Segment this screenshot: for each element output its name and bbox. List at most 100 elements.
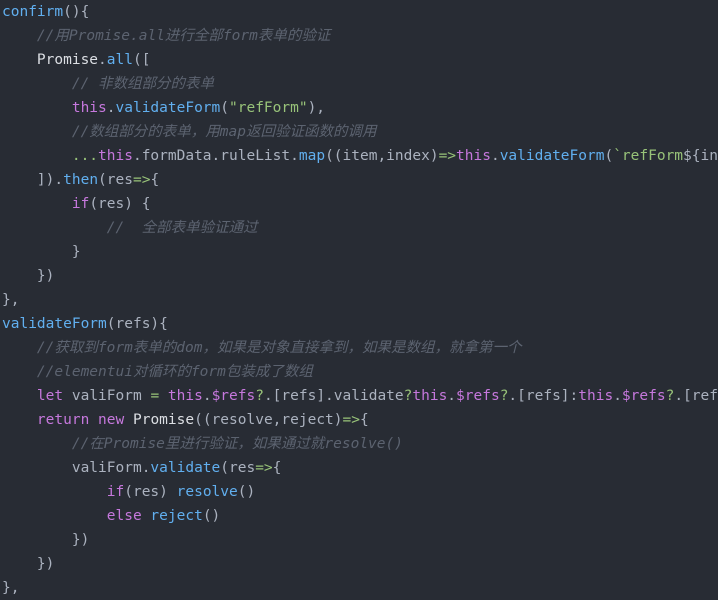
code-line: ...this.formData.ruleList.map((item,inde… <box>0 144 718 168</box>
code-line: else reject() <box>0 504 718 528</box>
code-token: ( <box>220 460 229 476</box>
code-token: ){ <box>150 316 168 332</box>
code-line: //用Promise.all进行全部form表单的验证 <box>0 24 718 48</box>
code-line: this.validateForm("refForm"), <box>0 96 718 120</box>
code-token: . <box>490 148 500 164</box>
code-token: new <box>98 412 125 428</box>
code-token: . <box>211 148 221 164</box>
code-token: resolve,reject <box>211 412 334 428</box>
code-token: . <box>613 388 622 404</box>
code-token: if <box>71 196 90 212</box>
code-token: (( <box>325 148 343 164</box>
code-token: { <box>359 412 369 428</box>
code-token: Promise <box>132 412 195 428</box>
code-token: . <box>447 388 457 404</box>
code-line: let valiForm = this.$refs?.[refs].valida… <box>0 384 718 408</box>
code-token: this <box>578 388 614 404</box>
code-token: }, <box>2 580 20 596</box>
code-token: all <box>106 52 133 68</box>
code-token: valiForm <box>63 388 151 404</box>
code-token: this <box>98 148 133 164</box>
code-line: validateForm(refs){ <box>0 312 718 336</box>
code-token: //数组部分的表单，用map返回验证函数的调用 <box>71 124 377 140</box>
code-token: => <box>438 148 457 164</box>
code-token: $refs <box>211 388 256 404</box>
code-token: this <box>71 100 107 116</box>
code-token: { <box>272 460 282 476</box>
code-token: //获取到form表单的dom，如果是对象直接拿到，如果是数组，就拿第一个 <box>36 340 522 356</box>
code-token: ruleList <box>220 148 291 164</box>
code-line: // 全部表单验证通过 <box>0 216 718 240</box>
code-line: }) <box>0 528 718 552</box>
code-token: return <box>36 412 90 428</box>
code-token: // 非数组部分的表单 <box>71 76 215 92</box>
code-token: map <box>298 148 326 164</box>
code-token: validateForm <box>2 316 107 332</box>
code-line: //数组部分的表单，用map返回验证函数的调用 <box>0 120 718 144</box>
code-token: .[refs][ <box>674 388 718 404</box>
code-line: if(res) { <box>0 192 718 216</box>
code-token: ? <box>255 388 264 404</box>
code-content[interactable]: confirm(){ //用Promise.all进行全部form表单的验证 P… <box>0 0 718 600</box>
code-token: . <box>98 52 107 68</box>
code-token: //elementui对循环的form包装成了数组 <box>36 364 313 380</box>
code-token: .[refs]: <box>508 388 579 404</box>
code-token: { <box>150 172 160 188</box>
code-token: }) <box>36 556 55 572</box>
code-token: valiForm <box>71 460 142 476</box>
code-editor-pane[interactable]: confirm(){ //用Promise.all进行全部form表单的验证 P… <box>0 0 718 596</box>
code-token: .[refs]. <box>263 388 334 404</box>
code-line: //在Promise里进行验证，如果通过就resolve() <box>0 432 718 456</box>
code-token: ${ <box>683 148 701 164</box>
code-token: ... <box>71 148 99 164</box>
code-token: resolve <box>176 484 238 500</box>
code-token: this <box>456 148 491 164</box>
code-token: ( <box>604 148 614 164</box>
code-token: . <box>290 148 299 164</box>
code-token: else <box>106 508 142 524</box>
code-line: if(res) resolve() <box>0 480 718 504</box>
code-token: ) <box>159 484 177 500</box>
code-line: }, <box>0 576 718 600</box>
code-line: Promise.all([ <box>0 48 718 72</box>
code-token: }) <box>36 268 55 284</box>
code-token: index <box>700 148 718 164</box>
code-token: "refForm" <box>229 100 308 116</box>
code-token: if <box>106 484 125 500</box>
code-token: res <box>229 460 256 476</box>
code-line: valiForm.validate(res=>{ <box>0 456 718 480</box>
code-token: ( <box>98 172 107 188</box>
code-token: validateForm <box>115 100 221 116</box>
code-line: return new Promise((resolve,reject)=>{ <box>0 408 718 432</box>
code-token: then <box>63 172 99 188</box>
code-token: ]). <box>36 172 64 188</box>
code-token: . <box>132 148 142 164</box>
code-token: } <box>71 244 81 260</box>
code-token: ( <box>89 196 99 212</box>
code-token: ( <box>106 316 116 332</box>
code-token: ([ <box>132 52 151 68</box>
code-token: validateForm <box>499 148 605 164</box>
code-token: validate <box>150 460 221 476</box>
code-token: //在Promise里进行验证，如果通过就resolve() <box>71 436 403 452</box>
code-token: formData <box>141 148 212 164</box>
code-line: //elementui对循环的form包装成了数组 <box>0 360 718 384</box>
code-token: //用Promise.all进行全部form表单的验证 <box>36 28 331 44</box>
code-token: // 全部表单验证通过 <box>106 220 258 236</box>
code-token: ( <box>124 484 133 500</box>
code-line: confirm(){ <box>0 0 718 24</box>
